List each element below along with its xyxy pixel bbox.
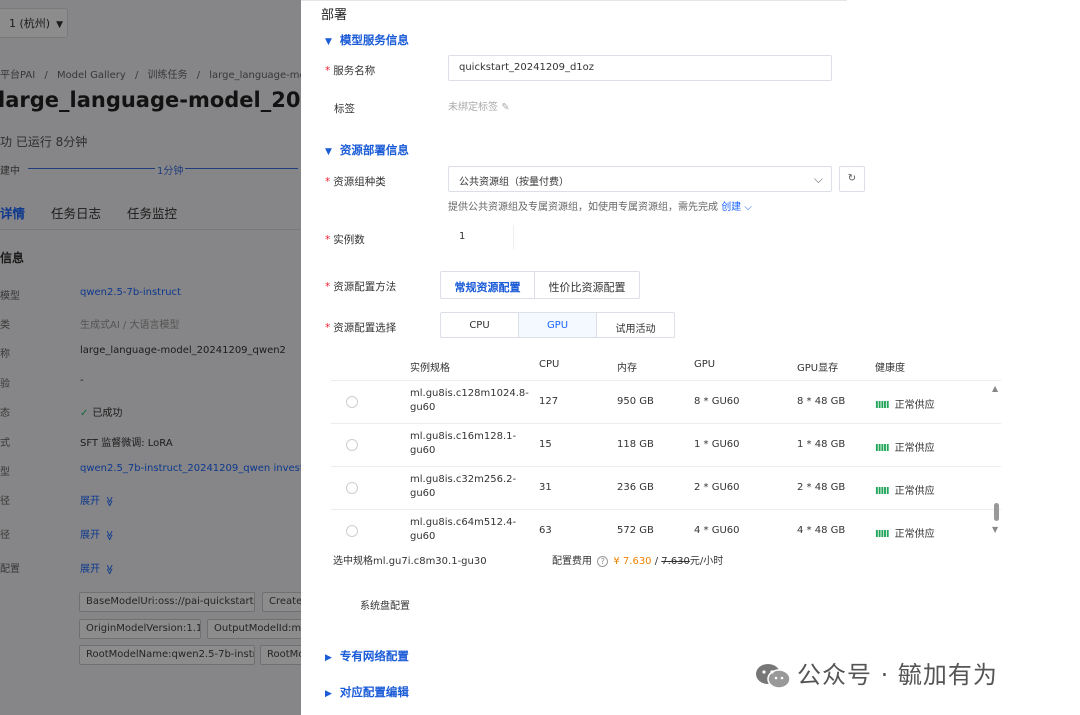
section-title: 资源部署信息 [339, 143, 409, 157]
gpu-memory-cell: 8 * 48 GB [797, 396, 846, 407]
cpu-cell: 127 [539, 396, 559, 407]
edit-icon[interactable]: ✎ [501, 102, 509, 113]
background-page: 1 (杭州) ▼ 平台PAI / Model Gallery / 训练任务 / l… [0, 0, 301, 715]
create-link[interactable]: 创建 [721, 202, 741, 213]
wechat-icon [756, 664, 791, 689]
section-vpc[interactable]: ▶ 专有网络配置 [325, 648, 409, 664]
tags-label: 标签 [334, 103, 355, 115]
gpu-cell: 8 * GU60 [694, 396, 740, 407]
section-model-service[interactable]: ▼ 模型服务信息 [325, 32, 409, 48]
refresh-button[interactable]: ↻ [839, 166, 865, 192]
chevron-down-icon[interactable]: ⌵ [741, 202, 752, 213]
table-scrollbar[interactable] [994, 503, 999, 521]
caret-right-icon: ▶ [325, 653, 332, 663]
health-bars-icon: IIIII [875, 443, 890, 454]
chevron-down-icon: ⌵ [813, 172, 823, 186]
table-row[interactable]: ml.gu8is.c64m512.4- gu60 63 572 GB 4 * GU60 4… [331, 509, 1001, 552]
resource-group-label: * 资源组种类 [325, 176, 386, 188]
spec-cell: ml.gu8is.c16m128.1- gu60 [410, 431, 517, 456]
gpu-memory-cell: 2 * 48 GB [797, 482, 846, 493]
gpu-cell: 1 * GU60 [694, 439, 740, 450]
instances-label: * 实例数 [325, 234, 365, 246]
gpu-memory-cell: 4 * 48 GB [797, 525, 846, 536]
section-resource-deploy[interactable]: ▼ 资源部署信息 [325, 142, 409, 158]
tags-empty[interactable]: 未绑定标签 ✎ [448, 98, 510, 113]
gpu-memory-cell: 1 * 48 GB [797, 439, 846, 450]
row-radio[interactable] [346, 439, 358, 451]
divider [301, 0, 847, 1]
row-radio[interactable] [346, 525, 358, 537]
health-cell: IIIII 正常供应 [875, 443, 935, 454]
table-row[interactable]: ml.gu8is.c32m256.2- gu60 31 236 GB 2 * GU60 2… [331, 466, 1001, 509]
watermark: 公众号 · 毓加有为 [755, 655, 998, 690]
deploy-drawer: 部署 ▼ 模型服务信息 * 服务名称 quickstart_20241209_d1o… [301, 0, 1080, 715]
section-title: 对应配置编辑 [339, 685, 409, 699]
table-header: 实例规格 CPU 内存 GPU GPU显存 健康度 [331, 352, 1001, 380]
cpu-cell: 63 [539, 525, 552, 536]
modal-overlay[interactable] [0, 0, 301, 715]
spec-cell: ml.gu8is.c32m256.2- gu60 [410, 474, 517, 499]
selected-spec-value: ml.gu7i.c8m30.1-gu30 [373, 556, 487, 567]
gpu-cell: 2 * GU60 [694, 482, 740, 493]
caret-down-icon: ▼ [325, 147, 332, 157]
col-health: 健康度 [875, 363, 905, 374]
col-cpu: CPU [539, 359, 560, 370]
config-type-gpu[interactable]: GPU [519, 313, 597, 337]
health-bars-icon: IIIII [875, 486, 890, 497]
spec-cell: ml.gu8is.c64m512.4- gu60 [410, 517, 517, 542]
health-bars-icon: IIIII [875, 400, 890, 411]
config-method-costeffective[interactable]: 性价比资源配置 [535, 272, 639, 298]
section-config-edit[interactable]: ▶ 对应配置编辑 [325, 684, 409, 700]
col-gpu-memory: GPU显存 [797, 363, 839, 374]
gpu-cell: 4 * GU60 [694, 525, 740, 536]
instance-spec-table: 实例规格 CPU 内存 GPU GPU显存 健康度 ml.gu8is.c128m… [331, 352, 1001, 552]
config-select-label: * 资源配置选择 [325, 322, 397, 334]
system-disk-label: 系统盘配置 [360, 601, 410, 612]
health-bars-icon: IIIII [875, 529, 890, 540]
memory-cell: 236 GB [617, 482, 654, 493]
memory-cell: 572 GB [617, 525, 654, 536]
row-radio[interactable] [346, 396, 358, 408]
service-name-input[interactable]: quickstart_20241209_d1oz [448, 55, 832, 81]
cost-price: ¥ 7.630 [613, 556, 652, 567]
config-method-toggle: 常规资源配置 性价比资源配置 [440, 271, 640, 299]
cost-original: 7.630 [661, 556, 690, 567]
config-type-cpu[interactable]: CPU [441, 313, 519, 337]
instances-input[interactable]: 1 [448, 224, 514, 250]
health-cell: IIIII 正常供应 [875, 400, 935, 411]
caret-down-icon: ▼ [325, 37, 332, 47]
refresh-icon: ↻ [847, 173, 857, 184]
config-method-label: * 资源配置方法 [325, 281, 397, 293]
memory-cell: 950 GB [617, 396, 654, 407]
cost-summary: 配置费用 ? ¥ 7.630 / 7.630元/小时 [552, 556, 724, 567]
config-method-standard[interactable]: 常规资源配置 [441, 272, 535, 298]
health-cell: IIIII 正常供应 [875, 529, 935, 540]
cpu-cell: 31 [539, 482, 552, 493]
row-radio[interactable] [346, 482, 358, 494]
help-icon[interactable]: ? [597, 556, 609, 567]
selected-spec: 选中规格ml.gu7i.c8m30.1-gu30 [333, 556, 487, 567]
cpu-cell: 15 [539, 439, 552, 450]
table-row[interactable]: ml.gu8is.c16m128.1- gu60 15 118 GB 1 * GU60 1… [331, 423, 1001, 466]
config-type-trial[interactable]: 试用活动 [597, 313, 674, 337]
table-row[interactable]: ml.gu8is.c128m1024.8- gu60 127 950 GB 8 * GU… [331, 380, 1001, 423]
resource-group-select[interactable]: 公共资源组（按量付费） ⌵ [448, 166, 832, 192]
memory-cell: 118 GB [617, 439, 654, 450]
col-gpu: GPU [694, 359, 716, 370]
section-title: 模型服务信息 [339, 33, 409, 47]
spec-cell: ml.gu8is.c128m1024.8- gu60 [410, 388, 529, 413]
section-title: 专有网络配置 [339, 649, 409, 663]
health-cell: IIIII 正常供应 [875, 486, 935, 497]
scroll-down-icon[interactable]: ▼ [992, 525, 998, 534]
col-memory: 内存 [617, 363, 637, 374]
scroll-up-icon[interactable]: ▲ [992, 384, 998, 393]
config-type-toggle: CPU GPU 试用活动 [440, 312, 675, 338]
drawer-title: 部署 [321, 8, 348, 23]
service-name-label: * 服务名称 [325, 65, 376, 77]
caret-right-icon: ▶ [325, 689, 332, 699]
col-spec: 实例规格 [410, 363, 450, 374]
resource-group-hint: 提供公共资源组及专属资源组，如使用专属资源组，需先完成 创建 ⌵ [448, 202, 752, 213]
resource-group-value: 公共资源组（按量付费） [459, 177, 569, 188]
